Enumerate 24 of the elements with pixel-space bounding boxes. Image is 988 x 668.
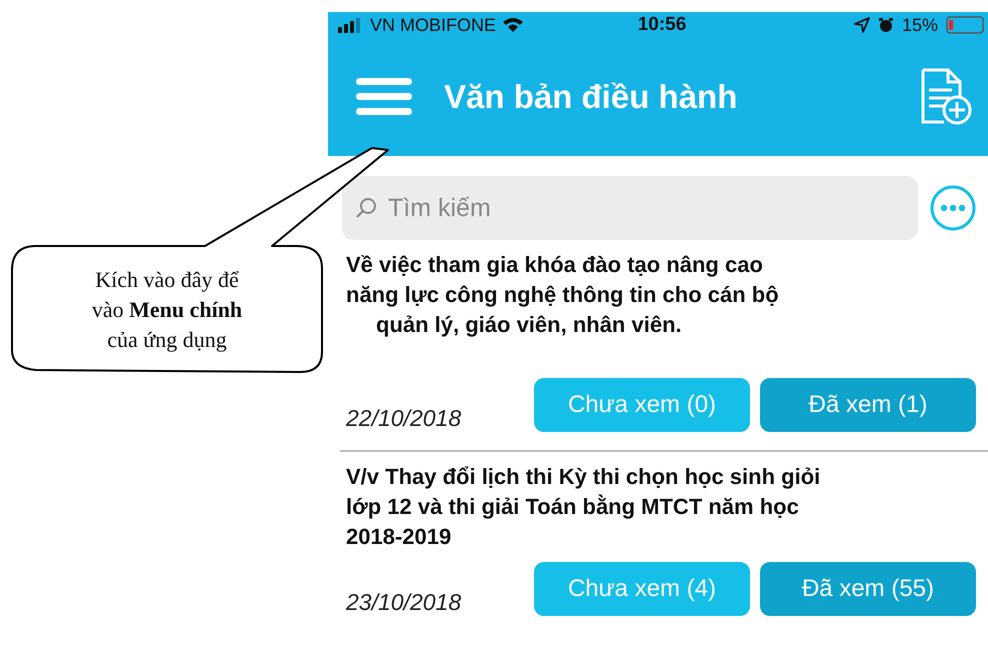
location-icon <box>854 17 870 33</box>
document-date: 22/10/2018 <box>346 405 462 432</box>
screen-title: Văn bản điều hành <box>444 78 738 116</box>
document-title[interactable]: V/v Thay đổi lịch thi Kỳ thi chọn học sinh giỏi lớp 12 và thi giải Toán bằng MTCT năm học 2018-2019 <box>346 462 976 552</box>
add-document-button[interactable] <box>920 68 972 126</box>
more-icon <box>930 185 976 231</box>
battery-percent: 15% <box>902 14 938 36</box>
callout-text: Kích vào đây để vào Menu chính của ứng dụng <box>90 266 244 354</box>
status-button[interactable]: Chưa xem (4) <box>534 562 750 616</box>
status-button[interactable]: Đã xem (1) <box>760 378 976 432</box>
status-time: 10:56 <box>638 14 686 36</box>
wifi-icon <box>502 17 524 33</box>
alarm-icon <box>878 17 894 33</box>
more-button[interactable] <box>930 185 976 231</box>
menu-button[interactable] <box>356 77 412 117</box>
search-field[interactable]: Tìm kiếm <box>342 176 918 240</box>
status-button[interactable]: Chưa xem (0) <box>534 378 750 432</box>
document-add-icon <box>920 68 972 126</box>
battery-icon <box>946 16 986 34</box>
status-button[interactable]: Đã xem (55) <box>760 562 976 616</box>
document-title[interactable]: Về việc tham gia khóa đào tạo nâng cao năng lực công nghệ thông tin cho cán bộ quản lý, giáo viên, nhân viên. <box>346 250 976 340</box>
carrier-name: VN MOBIFONE <box>370 14 496 36</box>
menu-icon <box>356 77 412 117</box>
document-date: 23/10/2018 <box>346 589 462 616</box>
